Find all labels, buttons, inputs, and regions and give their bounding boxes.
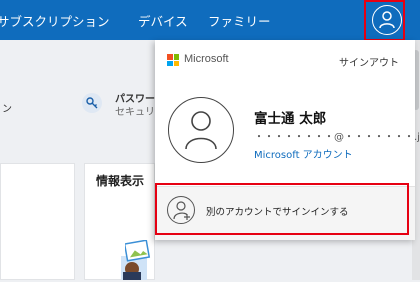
highlight-box-switch-account [155,183,409,235]
microsoft-brand-label: Microsoft [184,53,229,65]
user-display-name: 富士通 太郎 [254,111,327,127]
nav-subscriptions[interactable]: サブスクリプション [0,11,110,30]
signout-link[interactable]: サインアウト [339,54,399,69]
microsoft-account-link[interactable]: Microsoft アカウント [254,146,353,161]
truncated-text: ン [2,104,12,115]
microsoft-logo-icon [167,54,179,66]
highlight-box-avatar [364,0,405,41]
key-icon [82,93,102,113]
info-card-title: 情報表示 [96,174,145,188]
info-display-card: 情報表示 [84,163,155,280]
nav-devices[interactable]: デバイス [138,11,188,30]
person-icon [185,111,217,150]
nav-family[interactable]: ファミリー [208,11,271,30]
top-navigation-bar: サブスクリプション デバイス ファミリー [0,0,420,40]
user-email: ・・・・・・・・@・・・・・・・.jp [254,132,420,143]
image-icon [125,240,151,262]
background-card-left [0,163,75,280]
profile-avatar [168,97,234,163]
